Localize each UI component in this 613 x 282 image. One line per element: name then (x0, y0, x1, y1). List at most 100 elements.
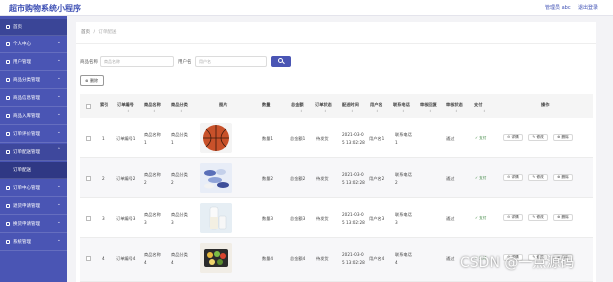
cell-product-name-line2: 2 (144, 180, 147, 185)
check-icon: ✓ (475, 176, 479, 180)
select-all-checkbox[interactable] (86, 104, 91, 109)
cell-user: 用户名2 (369, 176, 385, 181)
cell-category: 商品分类 (171, 132, 188, 137)
breadcrumb-separator: / (93, 30, 95, 35)
breadcrumb-home[interactable]: 首页 (81, 30, 90, 35)
cell-order-no: 订单编号3 (116, 216, 136, 221)
column-header[interactable]: 审核回复 (420, 102, 437, 108)
pay-button[interactable]: ✓ 支付 (475, 216, 489, 222)
table-row: 2 订单编号2 商品名称 2 商品分类 2 数量2 总金额2 待发货 2021-… (80, 158, 593, 198)
cell-time: 2021-03-0 (342, 212, 364, 217)
sort-icon[interactable]: ⇕ (324, 109, 327, 113)
column-header[interactable]: 商品名称 (144, 102, 161, 108)
sidebar-item-system[interactable]: 系统管理 ⌄ (0, 234, 67, 251)
sidebar-item-label: 个人中心 (13, 42, 31, 47)
detail-icon: ⊙ (507, 135, 511, 139)
detail-button[interactable]: ⊙ 详情 (503, 214, 523, 221)
column-header[interactable]: 联系电话 (393, 102, 410, 108)
check-icon: ✓ (475, 136, 479, 140)
inbound-icon (6, 114, 10, 118)
sidebar-subitem-delivery[interactable]: 订单配送 (0, 162, 67, 179)
sidebar-item-exchange[interactable]: 换货申请管理 ⌄ (0, 216, 67, 233)
delete-button[interactable]: ⊗ 删除 (80, 75, 104, 86)
sidebar-item-users[interactable]: 用户管理 ⌄ (0, 54, 67, 71)
product-image-fruit-box[interactable] (200, 243, 232, 273)
sidebar-item-home[interactable]: 首页 (0, 19, 67, 36)
cell-category-line2: 3 (171, 220, 174, 225)
row-checkbox[interactable] (86, 216, 91, 221)
sidebar-item-category[interactable]: 商品分类管理 ⌄ (0, 72, 67, 89)
delete-row-button[interactable]: ⊗ 删除 (553, 214, 573, 221)
detail-icon: ⊙ (507, 215, 511, 219)
product-name-input[interactable]: 商品名称 (100, 56, 174, 67)
sort-icon[interactable]: ⇕ (483, 109, 486, 113)
column-header[interactable]: 支付 (474, 102, 482, 108)
chevron-down-icon: ⌄ (57, 76, 61, 81)
review-icon (6, 132, 10, 136)
sort-icon[interactable]: ⇕ (376, 109, 379, 113)
product-icon (6, 96, 10, 100)
cell-qty: 数量2 (262, 176, 274, 181)
detail-button[interactable]: ⊙ 详情 (503, 174, 523, 181)
sidebar-item-profile[interactable]: 个人中心 ⌄ (0, 36, 67, 53)
edit-button[interactable]: ✎ 修改 (528, 134, 548, 141)
sort-icon[interactable]: ⇕ (180, 109, 183, 113)
username-input[interactable]: 用户名 (195, 56, 267, 67)
product-image-basketball[interactable] (200, 123, 232, 153)
close-icon: ⊗ (557, 215, 561, 219)
delete-row-button[interactable]: ⊗ 删除 (553, 134, 573, 141)
cell-time: 2021-03-0 (342, 132, 364, 137)
cell-index: 3 (102, 216, 105, 221)
sort-icon[interactable]: ⇕ (351, 109, 354, 113)
search-button[interactable] (271, 56, 291, 67)
sort-icon[interactable]: ⇕ (402, 109, 405, 113)
column-header[interactable]: 订单编号 (117, 102, 134, 108)
sidebar-item-review[interactable]: 订单评价管理 ⌄ (0, 126, 67, 143)
sidebar-item-product[interactable]: 商品信息管理 ⌄ (0, 90, 67, 107)
sidebar-item-label: 订单中心管理 (13, 186, 40, 191)
cell-phone-line2: 2 (395, 180, 398, 185)
detail-button[interactable]: ⊙ 详情 (503, 134, 523, 141)
row-checkbox[interactable] (86, 176, 91, 181)
sort-icon[interactable]: ⇕ (127, 109, 130, 113)
column-header[interactable]: 总金额 (291, 102, 304, 108)
column-header[interactable]: 用户名 (370, 102, 383, 108)
delete-row-button[interactable]: ⊗ 删除 (553, 174, 573, 181)
cell-status: 待发货 (316, 216, 329, 221)
column-header[interactable]: 审核状态 (446, 102, 463, 108)
cell-status: 待发货 (316, 136, 329, 141)
sort-icon[interactable]: ⇕ (153, 109, 156, 113)
edit-button[interactable]: ✎ 修改 (528, 214, 548, 221)
product-image-candies[interactable] (200, 163, 232, 193)
sidebar-item-label: 订单配送管理 (13, 150, 40, 155)
column-header[interactable]: 数量 (262, 102, 270, 108)
cell-category: 商品分类 (171, 172, 188, 177)
product-image-milk[interactable] (200, 203, 232, 233)
logout-link[interactable]: 退出登录 (578, 4, 598, 11)
exchange-icon (6, 222, 10, 226)
breadcrumb-current: 订单配送 (98, 30, 117, 35)
main-content: 首页 / 订单配送 商品名称 商品名称 用户名 用户名 ⊗ 删除 索引 订单编号… (76, 22, 596, 282)
chevron-down-icon: ⌄ (57, 112, 61, 117)
sort-icon[interactable]: ⇕ (300, 109, 303, 113)
cell-time-line2: 5 13:02:28 (342, 220, 365, 225)
column-header[interactable]: 订单状态 (315, 102, 332, 108)
sort-icon[interactable]: ⇕ (429, 109, 432, 113)
cell-qty: 数量1 (262, 136, 274, 141)
sort-icon[interactable]: ⇕ (455, 109, 458, 113)
sidebar-item-inbound[interactable]: 商品入库管理 ⌄ (0, 108, 67, 125)
top-bar: 超市购物系统小程序 管理员 abc 退出登录 (0, 0, 613, 16)
row-checkbox[interactable] (86, 136, 91, 141)
sidebar-item-order-center[interactable]: 订单中心管理 ⌄ (0, 180, 67, 197)
row-checkbox[interactable] (86, 256, 91, 261)
sidebar-item-delivery[interactable]: 订单配送管理 ⌃ (0, 144, 67, 161)
column-header[interactable]: 图片 (219, 102, 227, 108)
cell-product-name-line2: 4 (144, 260, 147, 265)
column-header[interactable]: 商品分类 (171, 102, 188, 108)
category-icon (6, 78, 10, 82)
pay-button[interactable]: ✓ 支付 (475, 136, 489, 142)
edit-button[interactable]: ✎ 修改 (528, 174, 548, 181)
column-header[interactable]: 配送时间 (342, 102, 359, 108)
sidebar-item-return[interactable]: 退货申请管理 ⌄ (0, 198, 67, 215)
pay-button[interactable]: ✓ 支付 (475, 176, 489, 182)
